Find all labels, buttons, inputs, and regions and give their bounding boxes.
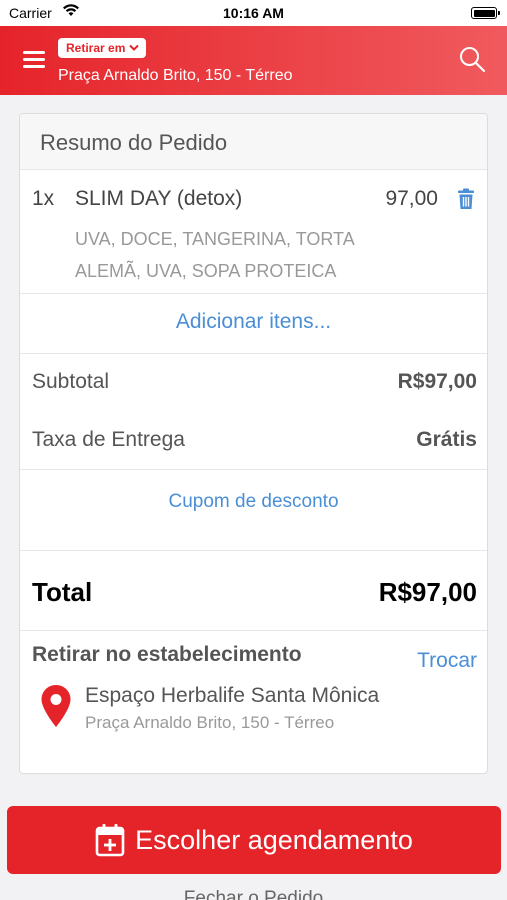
order-summary-title: Resumo do Pedido [40, 130, 228, 155]
delivery-mode-label: Retirar em [66, 41, 126, 55]
search-icon[interactable] [458, 45, 486, 73]
add-items-link[interactable]: Adicionar itens... [20, 294, 487, 354]
status-bar: Carrier 10:16 AM [0, 0, 507, 26]
order-summary-header: Resumo do Pedido [20, 114, 487, 170]
schedule-button-label: Escolher agendamento [135, 824, 413, 855]
subtotal-row: Subtotal R$97,00 [20, 354, 487, 412]
location-pin-icon [41, 685, 71, 727]
order-item[interactable]: 1x SLIM DAY (detox) 97,00 UVA, DOCE, TAN… [20, 170, 487, 294]
total-row: Total R$97,00 [20, 551, 487, 631]
subtotal-value: R$97,00 [397, 370, 477, 393]
item-name: SLIM DAY (detox) [75, 187, 243, 210]
item-description: UVA, DOCE, TANGERINA, TORTA ALEMÃ, UVA, … [75, 229, 354, 281]
order-summary-card: Resumo do Pedido 1x SLIM DAY (detox) 97,… [19, 113, 488, 774]
clock-time: 10:16 AM [223, 5, 284, 21]
hamburger-icon[interactable] [23, 51, 45, 69]
subtotal-label: Subtotal [32, 370, 110, 393]
top-navbar: Retirar em Praça Arnaldo Brito, 150 - Té… [0, 26, 507, 95]
close-order-link[interactable]: Fechar o Pedido [0, 888, 507, 900]
schedule-button[interactable]: Escolher agendamento [7, 806, 501, 874]
store-name: Espaço Herbalife Santa Mônica [85, 684, 380, 707]
delivery-fee-value: Grátis [416, 428, 477, 451]
change-pickup-link[interactable]: Trocar [417, 649, 477, 673]
item-price: 97,00 [385, 187, 438, 210]
total-value: R$97,00 [378, 577, 477, 607]
chevron-down-icon [129, 44, 140, 51]
coupon-link[interactable]: Cupom de desconto [20, 472, 487, 551]
total-label: Total [32, 577, 93, 607]
calendar-plus-icon [95, 824, 125, 857]
pickup-section: Retirar no estabelecimento Trocar Espaço… [20, 631, 487, 773]
delivery-fee-row: Taxa de Entrega Grátis [20, 412, 487, 470]
delivery-fee-label: Taxa de Entrega [32, 428, 185, 451]
trash-icon[interactable] [457, 188, 475, 210]
pickup-heading: Retirar no estabelecimento [32, 643, 302, 666]
battery-icon [471, 7, 500, 19]
item-quantity: 1x [32, 187, 55, 210]
delivery-mode-selector[interactable]: Retirar em [58, 38, 147, 58]
store-address: Praça Arnaldo Brito, 150 - Térreo [85, 713, 335, 732]
header-address[interactable]: Praça Arnaldo Brito, 150 - Térreo [58, 67, 293, 85]
